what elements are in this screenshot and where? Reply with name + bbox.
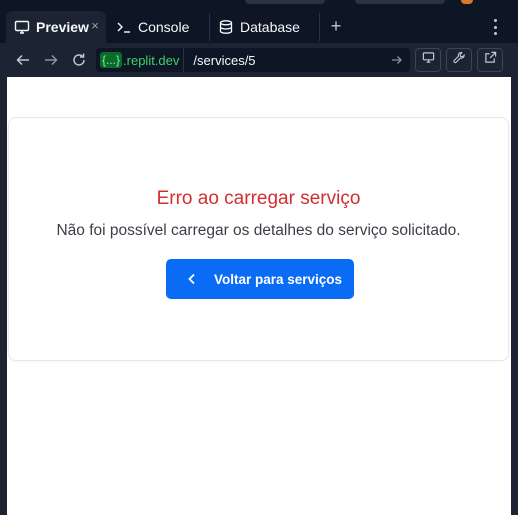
preview-viewport: Erro ao carregar serviço Não foi possíve…: [7, 77, 511, 515]
tab-label: Preview: [36, 19, 89, 35]
tab-label: Database: [240, 19, 300, 35]
tab-console[interactable]: Console: [108, 11, 208, 43]
open-new-tab-button[interactable]: [477, 48, 503, 72]
terminal-icon: [116, 19, 132, 35]
preview-gutter: [511, 77, 518, 515]
device-preview-button[interactable]: [415, 48, 441, 72]
tab-bar: Preview × Console Database +: [0, 0, 518, 43]
error-message: Não foi possível carregar os detalhes do…: [56, 222, 461, 239]
wrench-icon: [452, 51, 466, 69]
tab-divider: [319, 13, 320, 41]
close-icon[interactable]: ×: [88, 19, 102, 33]
back-arrow-icon[interactable]: [13, 50, 33, 70]
external-link-icon: [484, 51, 497, 69]
monitor-icon: [422, 51, 435, 69]
domain-suffix: .replit.dev: [123, 52, 180, 68]
top-strip: [245, 0, 325, 4]
domain-prefix: {...}: [100, 52, 123, 68]
back-button-label: Voltar para serviços: [214, 271, 343, 287]
forward-arrow-icon[interactable]: [41, 50, 61, 70]
url-path: /services/5: [193, 52, 256, 68]
address-bar: {...} .replit.dev /services/5: [0, 43, 518, 77]
preview-gutter: [0, 77, 7, 515]
reload-icon[interactable]: [69, 50, 89, 70]
add-tab-button[interactable]: +: [327, 17, 345, 35]
url-field[interactable]: {...} .replit.dev /services/5: [96, 48, 410, 72]
more-options-icon[interactable]: [487, 18, 503, 36]
devtools-button[interactable]: [446, 48, 472, 72]
back-to-services-button[interactable]: Voltar para serviços: [166, 259, 354, 299]
chevron-left-icon: [186, 273, 198, 285]
avatar[interactable]: [461, 0, 473, 4]
go-arrow-icon[interactable]: [388, 51, 406, 69]
database-icon: [218, 19, 234, 35]
error-title: Erro ao carregar serviço: [156, 188, 361, 209]
url-domain: {...} .replit.dev: [96, 48, 185, 72]
error-card: Erro ao carregar serviço Não foi possíve…: [8, 117, 509, 361]
top-strip: [355, 0, 445, 4]
monitor-icon: [14, 19, 30, 35]
tab-preview[interactable]: Preview ×: [6, 11, 106, 43]
tab-database[interactable]: Database: [210, 11, 318, 43]
tab-label: Console: [138, 19, 190, 35]
